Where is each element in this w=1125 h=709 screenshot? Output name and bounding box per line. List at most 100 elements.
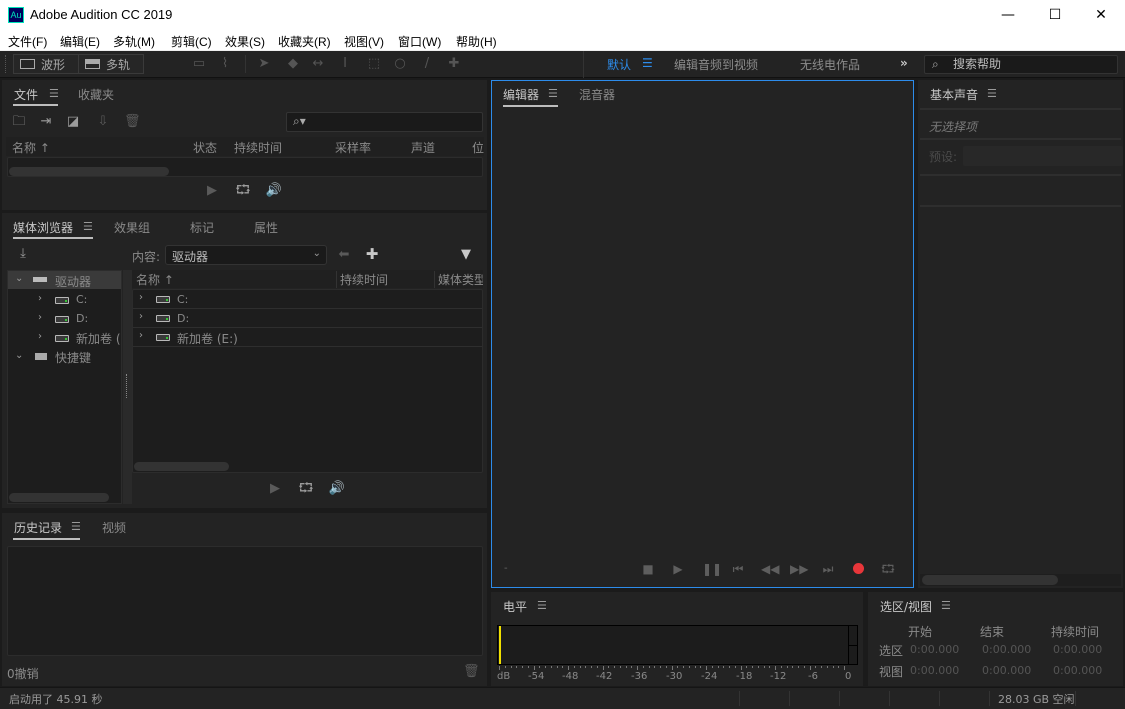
preset-dropdown[interactable] <box>963 146 1123 166</box>
auto-play-speaker-icon[interactable]: 🔊 <box>264 183 284 199</box>
tab-editor[interactable]: 编辑器 <box>503 86 539 103</box>
download-icon[interactable]: ⤓ <box>12 246 34 262</box>
insert-into-multitrack-icon[interactable]: ⇩ <box>93 114 113 130</box>
column-duration[interactable]: 持续时间 <box>336 271 388 288</box>
go-to-end-button[interactable]: ⏭ <box>821 562 835 576</box>
splitter-handle[interactable] <box>123 270 132 504</box>
menu-edit[interactable]: 编辑(E) <box>60 33 100 50</box>
list-item[interactable]: › D: <box>133 309 482 328</box>
auto-play-speaker-icon[interactable]: 🔊 <box>327 481 347 497</box>
chevron-right-icon[interactable]: › <box>139 311 143 322</box>
menu-window[interactable]: 窗口(W) <box>398 33 441 50</box>
time-selection-icon[interactable]: I <box>337 56 353 72</box>
panel-menu-icon[interactable]: ☰ <box>548 87 558 100</box>
maximize-button[interactable]: ☐ <box>1032 0 1078 30</box>
slip-tool-icon[interactable]: ↔ <box>310 56 326 72</box>
tab-favorites[interactable]: 收藏夹 <box>78 86 114 103</box>
more-workspaces-button[interactable]: » <box>900 56 908 70</box>
chevron-right-icon[interactable]: › <box>38 331 42 342</box>
search-help-input[interactable]: ⌕ 搜索帮助 <box>924 55 1118 74</box>
menu-clip[interactable]: 剪辑(C) <box>171 33 212 50</box>
column-name[interactable]: 名称 ↑ <box>136 271 174 288</box>
menu-favorites[interactable]: 收藏夹(R) <box>278 33 331 50</box>
marquee-icon[interactable]: ⬚ <box>366 56 382 72</box>
close-button[interactable]: ✕ <box>1078 0 1124 30</box>
tab-video[interactable]: 视频 <box>102 519 126 536</box>
loop-icon[interactable]: ⮔ <box>235 183 251 199</box>
stop-button[interactable]: ■ <box>641 562 655 576</box>
list-item[interactable]: › C: <box>133 290 482 309</box>
loop-icon[interactable]: ⮔ <box>298 481 314 497</box>
go-to-start-button[interactable]: ⏮ <box>731 562 745 576</box>
levels-title[interactable]: 电平 <box>503 598 527 615</box>
tab-media-browser[interactable]: 媒体浏览器 <box>13 219 73 236</box>
chevron-right-icon[interactable]: › <box>139 330 143 341</box>
horizontal-scrollbar[interactable] <box>134 462 229 471</box>
workspace-radio-production[interactable]: 无线电作品 <box>800 56 860 73</box>
fast-forward-button[interactable]: ▶▶ <box>790 562 808 576</box>
add-shortcut-icon[interactable]: ✚ <box>363 246 381 262</box>
panel-menu-icon[interactable]: ☰ <box>71 520 81 533</box>
column-name[interactable]: 名称 ↑ <box>12 139 50 156</box>
chevron-right-icon[interactable]: › <box>139 292 143 303</box>
selection-end[interactable]: 0:00.000 <box>982 643 1031 656</box>
play-button[interactable]: ▶ <box>671 562 685 576</box>
tree-item-d[interactable]: › D: <box>8 310 121 328</box>
new-file-icon[interactable]: ◪ <box>64 114 82 130</box>
panel-menu-icon[interactable]: ☰ <box>537 599 547 612</box>
menu-help[interactable]: 帮助(H) <box>456 33 497 50</box>
view-duration[interactable]: 0:00.000 <box>1053 664 1102 677</box>
selection-view-title[interactable]: 选区/视图 <box>880 598 932 615</box>
view-end[interactable]: 0:00.000 <box>982 664 1031 677</box>
delete-icon[interactable]: 🗑 <box>124 114 141 130</box>
chevron-down-icon[interactable]: ⌄ <box>15 273 23 284</box>
menu-multitrack[interactable]: 多轨(M) <box>113 33 155 50</box>
column-sample-rate[interactable]: 采样率 <box>335 139 371 156</box>
workspace-edit-audio-to-video[interactable]: 编辑音频到视频 <box>674 56 758 73</box>
chevron-right-icon[interactable]: › <box>38 312 42 323</box>
panel-menu-icon[interactable]: ☰ <box>987 87 997 100</box>
spot-healing-icon[interactable]: ✚ <box>446 56 462 72</box>
chevron-down-icon[interactable]: ⌄ <box>15 350 23 361</box>
waveform-view-button[interactable]: 波形 <box>13 54 79 74</box>
column-bits[interactable]: 位 <box>472 139 484 156</box>
grip-handle[interactable] <box>5 55 8 73</box>
selection-start[interactable]: 0:00.000 <box>910 643 959 656</box>
horizontal-scrollbar[interactable] <box>9 493 109 502</box>
record-button[interactable] <box>853 563 864 574</box>
essential-sound-title[interactable]: 基本声音 <box>930 86 978 103</box>
content-dropdown[interactable]: 驱动器 ⌄ <box>165 245 327 265</box>
panel-menu-icon[interactable]: ☰ <box>83 220 93 233</box>
column-duration[interactable]: 持续时间 <box>234 139 282 156</box>
pause-button[interactable]: ❚❚ <box>702 562 722 576</box>
import-file-icon[interactable]: ⇥ <box>38 114 54 130</box>
tree-item-drives[interactable]: ⌄ 驱动器 <box>8 271 121 289</box>
multitrack-view-button[interactable]: 多轨 <box>78 54 144 74</box>
tab-effects-group[interactable]: 效果组 <box>114 219 150 236</box>
workspace-default[interactable]: 默认 <box>607 56 631 73</box>
tree-item-shortcuts[interactable]: ⌄ 快捷键 <box>8 348 121 366</box>
razor-tool-icon[interactable]: ◆ <box>285 56 301 72</box>
menu-file[interactable]: 文件(F) <box>8 33 47 50</box>
chevron-right-icon[interactable]: › <box>38 293 42 304</box>
list-item[interactable]: › 新加卷 (E:) <box>133 328 482 347</box>
horizontal-scrollbar[interactable] <box>9 167 169 176</box>
column-status[interactable]: 状态 <box>193 139 217 156</box>
loop-playback-button[interactable]: ⮔ <box>880 562 896 576</box>
move-tool-icon[interactable]: ➤ <box>256 56 272 72</box>
column-media-type[interactable]: 媒体类型 <box>434 271 483 288</box>
tab-files[interactable]: 文件 <box>14 86 38 103</box>
tab-markers[interactable]: 标记 <box>190 219 214 236</box>
view-start[interactable]: 0:00.000 <box>910 664 959 677</box>
tree-item-e[interactable]: › 新加卷 (I <box>8 329 121 347</box>
rewind-button[interactable]: ◀◀ <box>761 562 779 576</box>
delete-icon[interactable]: 🗑 <box>463 664 480 680</box>
spectral-frequency-icon[interactable]: ▭ <box>191 56 207 72</box>
files-search-input[interactable]: ⌕▾ <box>286 112 483 132</box>
selection-duration[interactable]: 0:00.000 <box>1053 643 1102 656</box>
lasso-icon[interactable]: ○ <box>392 56 408 72</box>
play-icon[interactable]: ▶ <box>205 183 219 199</box>
open-file-icon[interactable]: 🗀 <box>11 114 27 130</box>
pitch-display-icon[interactable]: ⌇ <box>217 56 233 72</box>
workspace-menu-icon[interactable]: ☰ <box>642 56 653 70</box>
